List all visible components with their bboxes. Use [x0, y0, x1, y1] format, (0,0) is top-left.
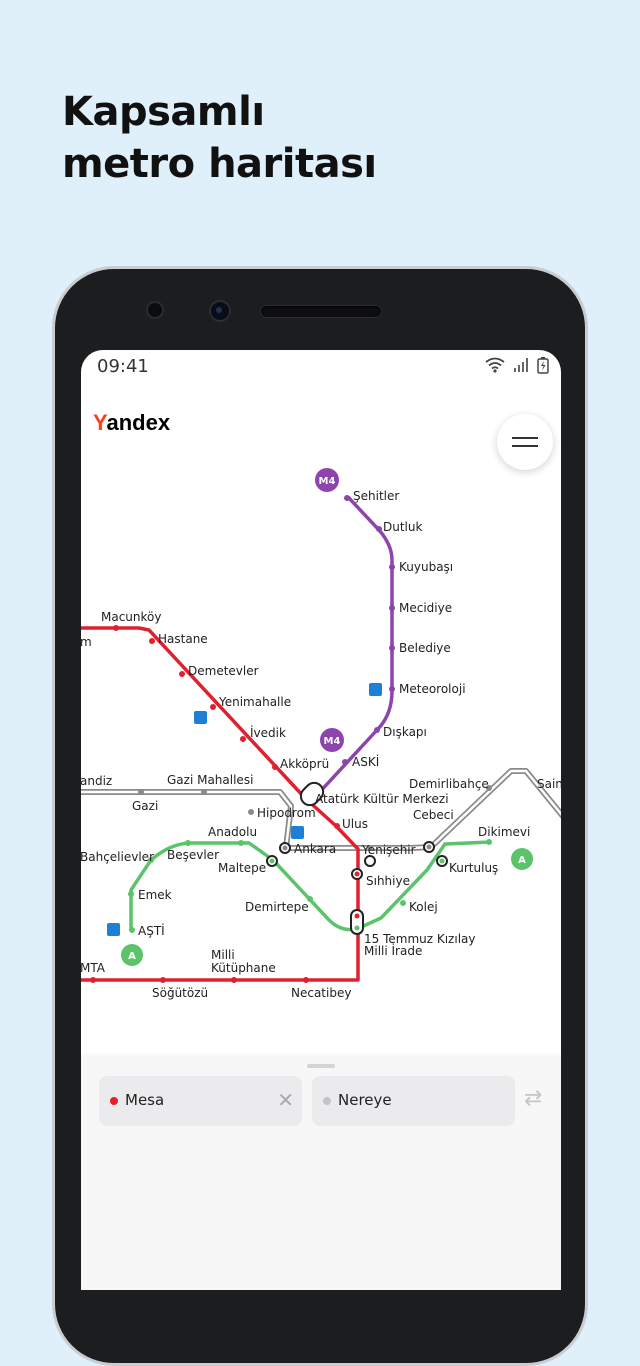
battery-icon	[537, 357, 549, 374]
menu-button[interactable]	[497, 414, 553, 470]
station-akkopru: Akköprü	[280, 757, 329, 771]
svg-text:A: A	[128, 951, 136, 962]
signal-icon	[514, 358, 528, 372]
phone-screen: M4 M4 A A Şehitler Dutluk Kuyubaşı Mecid…	[81, 350, 561, 1290]
station-mta: MTA	[81, 961, 106, 975]
swap-icon[interactable]: ⇄	[524, 1086, 542, 1111]
a1-badge-left[interactable]: A	[121, 944, 143, 966]
station-milli-kutuphane-1: Milli	[211, 948, 235, 962]
station-diskapi: Dışkapı	[383, 725, 427, 739]
station-bahcelievler: Bahçelievler	[81, 850, 154, 864]
station-kolej: Kolej	[409, 900, 438, 914]
to-dot-icon	[323, 1097, 331, 1105]
station-cebeci: Cebeci	[413, 808, 454, 822]
station-dutluk: Dutluk	[383, 520, 422, 534]
station-yenimahalle: Yenimahalle	[218, 695, 291, 709]
station-anadolu: Anadolu	[208, 825, 257, 839]
m1-station-dots	[90, 625, 340, 983]
station-sihhiye: Sıhhiye	[366, 874, 410, 888]
station-demetevler: Demetevler	[188, 664, 259, 678]
m4-badge-top[interactable]: M4	[315, 468, 339, 492]
earpiece-speaker	[261, 306, 381, 317]
headline-line-1: Kapsamlı	[62, 89, 265, 135]
svg-text:M4: M4	[324, 736, 341, 747]
station-necatibey: Necatibey	[291, 986, 351, 1000]
station-milli-kutuphane-2: Kütüphane	[211, 961, 276, 975]
m4-badge-mid[interactable]: M4	[320, 728, 344, 752]
yandex-logo: Yandex	[93, 410, 171, 435]
front-camera	[211, 302, 229, 320]
station-kuyubasi: Kuyubaşı	[399, 560, 453, 574]
clear-icon[interactable]: ✕	[277, 1088, 294, 1112]
station-ankara: Ankara	[294, 842, 336, 856]
station-macunkoy: Macunköy	[101, 610, 161, 624]
promo-headline: Kapsamlı metro haritası	[62, 86, 377, 190]
station-demirtepe: Demirtepe	[245, 900, 309, 914]
station-sehitler: Şehitler	[353, 489, 399, 503]
station-sogutozu: Söğütözü	[152, 986, 208, 1000]
station-gazi: Gazi	[132, 799, 158, 813]
route-panel: Mesa ✕ Nereye ⇄	[81, 1056, 561, 1290]
svg-text:A: A	[518, 855, 526, 866]
station-kurtulus: Kurtuluş	[449, 861, 498, 875]
station-aski: ASKİ	[352, 754, 379, 769]
station-asti: AŞTİ	[138, 923, 165, 938]
station-yenisehir: Yenişehir	[361, 843, 416, 857]
station-bandiz: andiz	[81, 774, 112, 788]
station-hipodrom: Hipodrom	[257, 806, 316, 820]
station-mecidiye: Mecidiye	[399, 601, 452, 615]
station-gazi-mahallesi: Gazi Mahallesi	[167, 773, 253, 787]
station-meteoroloji: Meteoroloji	[399, 682, 466, 696]
station-demirlibahce: Demirlibahçe	[409, 777, 489, 791]
station-besevler: Beşevler	[167, 848, 219, 862]
to-field[interactable]: Nereye	[312, 1076, 515, 1126]
from-dot-icon	[110, 1097, 118, 1105]
front-sensor	[148, 303, 162, 317]
sheet-grabber[interactable]	[307, 1064, 335, 1068]
station-dikimevi: Dikimevi	[478, 825, 530, 839]
status-time: 09:41	[97, 356, 149, 377]
station-ivedik: İvedik	[250, 725, 286, 740]
station-ulus: Ulus	[342, 817, 368, 831]
a1-badge-right[interactable]: A	[511, 848, 533, 870]
station-m-partial: m	[81, 635, 92, 649]
station-ataturk-kultur: Atatürk Kültür Merkezi	[315, 792, 449, 806]
from-value: Mesa	[125, 1091, 165, 1109]
headline-line-2: metro haritası	[62, 141, 377, 187]
status-icons	[485, 356, 549, 374]
station-sain: Sain	[537, 777, 561, 791]
station-maltepe: Maltepe	[218, 861, 266, 875]
station-milli-irade: Milli İrade	[364, 943, 422, 958]
station-belediye: Belediye	[399, 641, 451, 655]
metro-map[interactable]: M4 M4 A A Şehitler Dutluk Kuyubaşı Mecid…	[81, 350, 561, 1056]
station-emek: Emek	[138, 888, 172, 902]
wifi-icon	[485, 357, 505, 373]
from-field[interactable]: Mesa ✕	[99, 1076, 302, 1126]
to-placeholder: Nereye	[338, 1091, 392, 1109]
svg-text:M4: M4	[319, 476, 336, 487]
station-hastane: Hastane	[158, 632, 208, 646]
